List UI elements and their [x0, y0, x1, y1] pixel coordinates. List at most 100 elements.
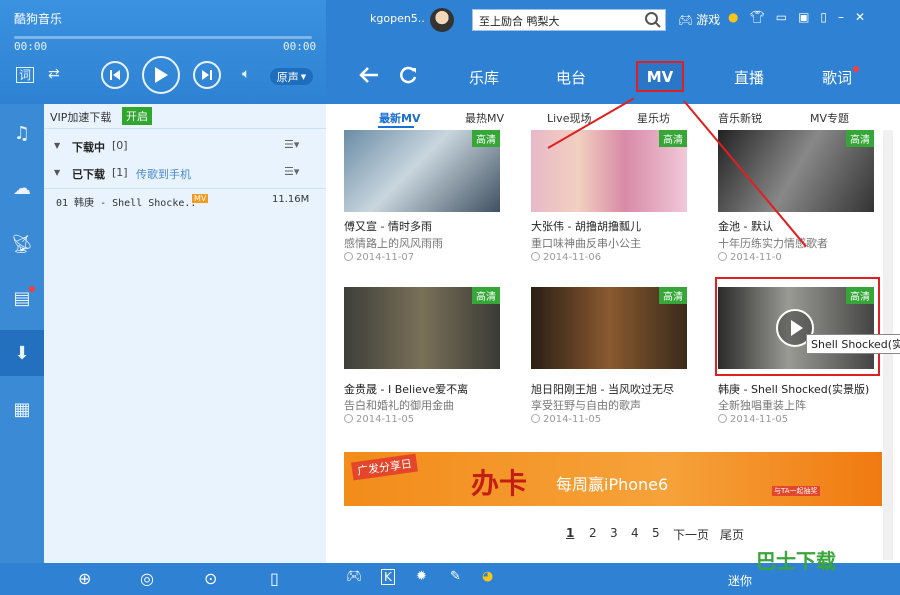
- subtab-hottest-mv[interactable]: 最热MV: [465, 110, 504, 126]
- song-title[interactable]: 01 韩庚 - Shell Shocke..: [56, 194, 196, 209]
- add-icon[interactable]: ⊕: [78, 569, 91, 588]
- page-5[interactable]: 5: [652, 526, 660, 540]
- mv-date: 2014-11-0: [718, 252, 782, 263]
- phone-list-icon[interactable]: ▤: [0, 275, 44, 321]
- page-2[interactable]: 2: [589, 526, 597, 540]
- sidebar: ♫ ☁ 📡︎ ▤ ⬇ ▦: [0, 104, 44, 563]
- shuffle-icon[interactable]: ⇄: [48, 66, 60, 82]
- search-input[interactable]: 至上励合 鸭梨大: [472, 9, 666, 31]
- mv-card[interactable]: 高清 傅又宣 - 情时多雨 感情路上的风风雨雨 2014-11-07: [344, 130, 500, 266]
- mv-thumbnail[interactable]: 高清: [344, 287, 500, 369]
- close-icon[interactable]: ✕: [855, 10, 865, 24]
- sync-to-phone-link[interactable]: 传歌到手机: [136, 166, 191, 182]
- subtab-mv-topics[interactable]: MV专题: [810, 110, 849, 126]
- tab-library[interactable]: 乐库: [469, 67, 499, 88]
- search-icon[interactable]: [644, 11, 662, 29]
- mv-date-text: 2014-11-05: [543, 414, 602, 425]
- mv-title[interactable]: 金贵晟 - I Believe爱不离: [344, 381, 468, 397]
- mv-card[interactable]: 高清 大张伟 - 胡撸胡撸瓢儿 重口味神曲反串小公主 2014-11-06: [531, 130, 687, 266]
- phone-icon[interactable]: ▯: [820, 10, 827, 24]
- ad-banner[interactable]: 广发分享日 办卡 每周赢iPhone6 与TA一起抽奖: [344, 452, 882, 506]
- back-arrow-icon[interactable]: [358, 66, 380, 84]
- skin-icon[interactable]: 👕︎: [749, 10, 764, 24]
- clock-icon: [344, 414, 353, 423]
- watermark-logo: 巴士下载: [756, 549, 836, 573]
- mv-card[interactable]: 高清 旭日阳刚王旭 - 当风吹过无尽 享受狂野与自由的歌声 2014-11-05: [531, 287, 687, 427]
- window-controls: ● 👕︎ ▭ ▣ ▯ – ✕: [728, 10, 865, 24]
- mv-title[interactable]: 金池 - 默认: [718, 218, 773, 234]
- mini-mode-icon[interactable]: ▣: [798, 10, 809, 24]
- music-note-icon[interactable]: ♫: [0, 110, 44, 156]
- page-3[interactable]: 3: [610, 526, 618, 540]
- tool-icon[interactable]: ✎: [450, 569, 461, 584]
- volume-icon[interactable]: 🔈︎: [242, 66, 250, 82]
- mv-title[interactable]: 傅又宣 - 情时多雨: [344, 218, 432, 234]
- next-button[interactable]: [193, 61, 221, 89]
- tab-live[interactable]: 直播: [734, 67, 764, 88]
- avatar[interactable]: [430, 8, 454, 32]
- gamepad-icon: 🎮︎: [678, 12, 694, 27]
- last-page-link[interactable]: 尾页: [720, 526, 744, 543]
- medal-icon[interactable]: ●: [728, 10, 738, 24]
- downloading-group[interactable]: ▼ 下载中 [0] ☰▾: [44, 133, 326, 159]
- next-page-link[interactable]: 下一页: [673, 526, 709, 543]
- games-label: 游戏: [696, 13, 721, 27]
- minimize-icon[interactable]: –: [838, 10, 844, 24]
- mv-title[interactable]: 旭日阳刚王旭 - 当风吹过无尽: [531, 381, 674, 397]
- refresh-icon[interactable]: [398, 65, 418, 85]
- apps-grid-icon[interactable]: ▦: [0, 386, 44, 432]
- gamepad-icon[interactable]: 🎮︎: [346, 569, 363, 584]
- mv-thumbnail[interactable]: 高清: [531, 287, 687, 369]
- username[interactable]: kgopen5..: [370, 12, 425, 25]
- mv-date-text: 2014-11-05: [356, 414, 415, 425]
- search-icon[interactable]: ⊙: [204, 569, 217, 588]
- mv-card[interactable]: 高清 金贵晟 - I Believe爱不离 告白和婚礼的御用金曲 2014-11…: [344, 287, 500, 427]
- mv-title[interactable]: 大张伟 - 胡撸胡撸瓢儿: [531, 218, 641, 234]
- tab-radio[interactable]: 电台: [556, 67, 586, 88]
- subtab-star-house[interactable]: 星乐坊: [637, 110, 670, 126]
- vip-label: VIP加速下载: [50, 111, 112, 124]
- caret-down-icon: ▼: [54, 168, 61, 177]
- cloud-icon[interactable]: ☁: [0, 165, 44, 211]
- sun-icon[interactable]: ✹: [416, 569, 427, 584]
- tab-lyrics[interactable]: 歌词: [822, 67, 852, 88]
- subtab-live[interactable]: Live现场: [547, 110, 591, 126]
- play-button[interactable]: [142, 56, 180, 94]
- list-menu-icon[interactable]: ☰▾: [284, 138, 299, 151]
- mv-title[interactable]: 韩庚 - Shell Shocked(实景版): [718, 381, 869, 397]
- message-icon[interactable]: ▭: [776, 10, 787, 24]
- mv-subtitle: 全新独唱重装上阵: [718, 399, 806, 412]
- mini-mode-label[interactable]: 迷你: [728, 572, 752, 589]
- games-button[interactable]: 🎮︎ 游戏: [678, 11, 720, 28]
- sound-mode-select[interactable]: 原声 ▼: [270, 68, 313, 85]
- downloaded-group[interactable]: ▼ 已下载 [1] 传歌到手机 ☰▾: [44, 160, 326, 186]
- list-menu-icon[interactable]: ☰▾: [284, 165, 299, 178]
- progress-bar[interactable]: [14, 36, 312, 39]
- player-panel: 酷狗音乐 00:00 00:00 词 ⇄ 🔈︎ 原声 ▼: [0, 0, 326, 104]
- locate-icon[interactable]: ◎: [140, 569, 154, 588]
- notification-dot: [29, 286, 35, 292]
- mv-date-text: 2014-11-06: [543, 252, 602, 263]
- page-4[interactable]: 4: [631, 526, 639, 540]
- mv-thumbnail[interactable]: 高清: [344, 130, 500, 212]
- mv-badge[interactable]: MV: [192, 194, 209, 203]
- subtab-new-artists[interactable]: 音乐新锐: [718, 110, 762, 126]
- mv-card[interactable]: 高清 金池 - 默认 十年历练实力情感歌者 2014-11-0: [718, 130, 874, 266]
- download-icon[interactable]: ⬇: [0, 330, 44, 376]
- banner-subline: 每周赢iPhone6: [556, 475, 669, 494]
- tab-mv[interactable]: MV: [636, 61, 684, 92]
- clock-icon: [718, 414, 727, 423]
- previous-button[interactable]: [101, 61, 129, 89]
- pie-icon[interactable]: ◕: [482, 569, 493, 584]
- lyrics-toggle-button[interactable]: 词: [16, 67, 35, 83]
- downloading-count: [0]: [112, 139, 128, 152]
- time-total: 00:00: [283, 40, 317, 53]
- k-icon[interactable]: K: [381, 569, 395, 585]
- subtab-newest-mv[interactable]: 最新MV: [379, 110, 420, 126]
- vip-toggle-button[interactable]: 开启: [122, 107, 152, 125]
- phone-icon[interactable]: ▯: [270, 569, 279, 588]
- page-1[interactable]: 1: [566, 526, 574, 540]
- mv-subtitle: 感情路上的风风雨雨: [344, 237, 443, 250]
- radio-icon[interactable]: 📡︎: [0, 221, 44, 267]
- mv-date: 2014-11-05: [344, 414, 414, 425]
